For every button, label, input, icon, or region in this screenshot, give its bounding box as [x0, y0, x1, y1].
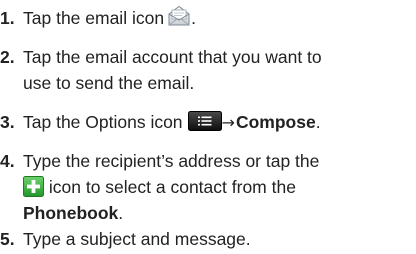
- instruction-document: 1. Tap the email icon . 2. Tap the email…: [0, 0, 416, 254]
- step-text-line-2: icon to select a contact from the: [23, 174, 412, 200]
- step-number: 3.: [0, 112, 15, 132]
- step-text-before: Tap the Options icon: [23, 112, 183, 132]
- step-number: 1.: [0, 8, 15, 28]
- step-number: 4.: [0, 151, 15, 171]
- step-text-after: .: [315, 112, 321, 132]
- step-text-after: .: [191, 8, 196, 28]
- step-text: Tap the email account that you want to u…: [23, 44, 412, 96]
- step-1: 1. Tap the email icon .: [0, 5, 412, 31]
- phonebook-label: Phonebook: [23, 203, 119, 223]
- step-3: 3. Tap the Options icon →Compose.: [0, 109, 412, 136]
- step-text-line-1: Tap the email account that you want to: [23, 47, 322, 67]
- step-text: Tap the Options icon →Compose.: [23, 109, 412, 136]
- step-text-after: .: [118, 203, 124, 223]
- step-text: Type a subject and message.: [23, 229, 251, 249]
- step-4: 4. Type the recipient’s address or tap t…: [0, 148, 412, 226]
- step-text: Type the recipient’s address or tap the: [23, 148, 412, 226]
- options-menu-icon: [187, 111, 222, 132]
- arrow-glyph: →: [221, 113, 235, 132]
- compose-label: Compose: [235, 112, 316, 132]
- email-envelope-icon: [167, 5, 191, 27]
- step-text-line-2: use to send the email.: [23, 73, 195, 93]
- step-text-line-2-text: icon to select a contact from the: [48, 177, 296, 197]
- step-number: 2.: [0, 47, 15, 67]
- step-text-before: Tap the email icon: [23, 8, 165, 28]
- add-contact-plus-icon: [23, 175, 44, 197]
- step-text-line-3: Phonebook.: [23, 200, 412, 226]
- step-2: 2. Tap the email account that you want t…: [0, 44, 412, 96]
- step-number: 5.: [0, 229, 15, 249]
- step-5: 5. Type a subject and message.: [0, 226, 412, 252]
- step-text-line-1: Type the recipient’s address or tap the: [23, 151, 320, 171]
- step-text: Tap the email icon .: [23, 5, 412, 31]
